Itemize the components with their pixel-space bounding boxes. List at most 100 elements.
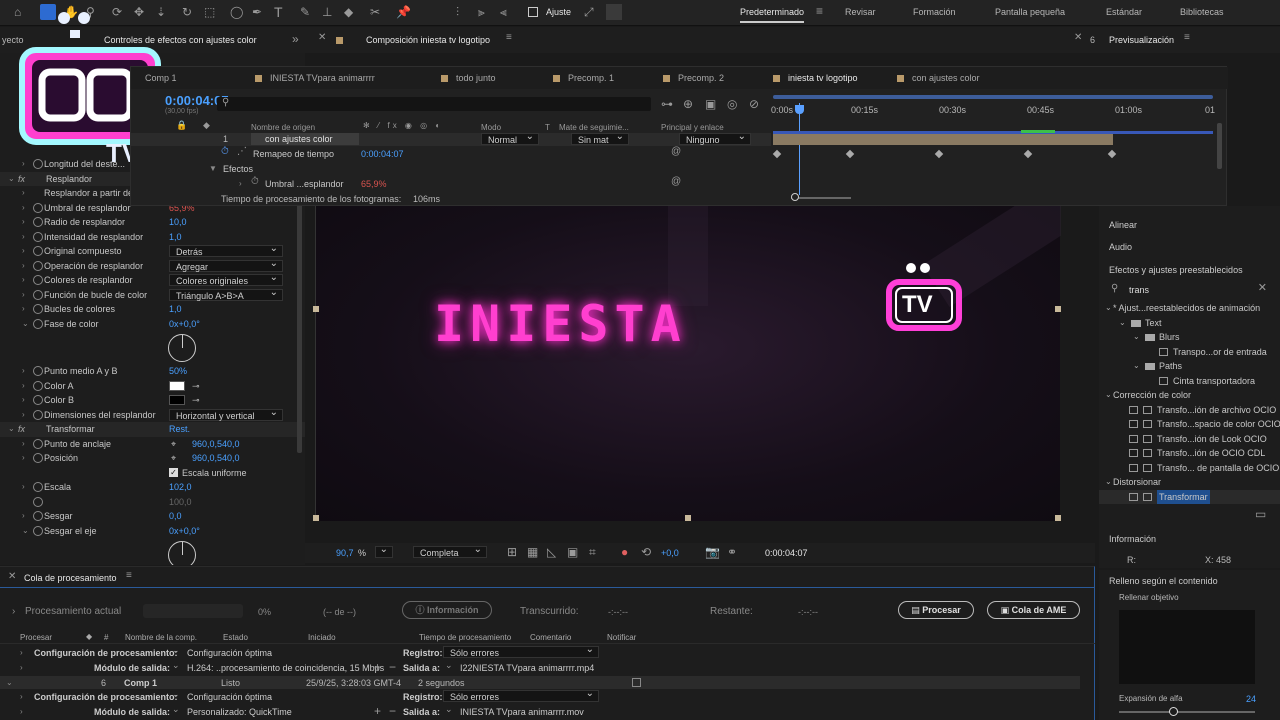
stopwatch-icon[interactable] xyxy=(33,260,43,271)
grid-toggle-icon[interactable]: ⊞ xyxy=(507,546,517,558)
property-dropdown[interactable]: Triángulo A>B>A xyxy=(169,287,283,301)
output-value[interactable]: INIESTA TVpara animarrrr.mov xyxy=(460,707,584,717)
preset-tree-item[interactable]: ⌄ * Ajust...reestablecidos de animación xyxy=(1099,301,1280,316)
expand-icon[interactable]: › xyxy=(22,273,32,288)
expand-icon[interactable]: › xyxy=(22,393,32,408)
presets-search-input[interactable]: ⚲ trans ✕ xyxy=(1105,283,1269,297)
rq-column-header[interactable]: Tiempo de procesamiento xyxy=(419,633,511,642)
chevron-down-icon[interactable]: ⌄ xyxy=(1119,316,1126,331)
threshold-value[interactable]: 65,9% xyxy=(361,179,387,189)
expand-icon[interactable]: › xyxy=(20,648,30,657)
expand-icon[interactable]: › xyxy=(22,244,32,259)
preset-tree-item[interactable]: ⌄ Paths xyxy=(1099,359,1280,374)
effects-presets-header[interactable]: Efectos y ajustes preestablecidos xyxy=(1109,260,1243,280)
stopwatch-icon[interactable] xyxy=(33,318,43,329)
dropdown-icon[interactable]: ⌄ xyxy=(172,705,180,714)
expression-icon[interactable]: @ xyxy=(671,147,681,157)
workspace-formacion[interactable]: Formación xyxy=(913,7,956,17)
render-button[interactable]: ▤ Procesar xyxy=(898,601,974,619)
dropdown-icon[interactable]: ⌄ xyxy=(445,661,453,670)
menu-icon[interactable]: ≡ xyxy=(1184,33,1190,43)
eyedropper-icon[interactable]: ⊸ xyxy=(192,393,200,408)
fx-icon[interactable]: fx xyxy=(18,422,25,437)
keyframe[interactable] xyxy=(1107,149,1117,159)
chevron-down-icon[interactable]: ⌄ xyxy=(1105,475,1112,490)
comp-tab[interactable]: Comp 1 xyxy=(145,67,177,89)
property-dropdown[interactable]: Agregar xyxy=(169,258,283,272)
playhead-handle[interactable] xyxy=(795,105,804,114)
expand-icon[interactable]: ⌄ xyxy=(8,422,18,437)
property-value[interactable]: 0x+0,0° xyxy=(169,317,200,332)
chevron-down-icon[interactable]: ⌄ xyxy=(1105,388,1112,403)
rq-column-header[interactable]: Comentario xyxy=(530,633,571,642)
fill-panel-header[interactable]: Relleno según el contenido xyxy=(1109,571,1218,591)
align-right-icon[interactable]: ⫷ xyxy=(500,6,507,18)
color-b-swatch[interactable] xyxy=(169,395,185,405)
layer-matte-dropdown[interactable]: Sin mat xyxy=(571,131,629,145)
add-icon[interactable]: + xyxy=(374,661,381,673)
preset-tree-item[interactable]: Transfo...spacio de color OCIO xyxy=(1099,417,1280,432)
exposure-value[interactable]: +0,0 xyxy=(661,548,679,558)
transparency-grid-icon[interactable]: ▦ xyxy=(527,546,538,558)
chevron-down-icon[interactable]: ⌄ xyxy=(1133,359,1140,374)
property-value[interactable]: 0x+0,0° xyxy=(169,524,200,539)
composition-tab[interactable]: Composición iniesta tv logotipo xyxy=(366,35,490,45)
pen-tool-icon[interactable]: ✒ xyxy=(252,6,262,18)
eyedropper-icon[interactable]: ⊸ xyxy=(192,379,200,394)
snap-options-icon[interactable] xyxy=(606,4,622,20)
module-value[interactable]: H.264: ..procesamiento de coincidencia, … xyxy=(187,663,384,673)
reset-exposure-icon[interactable]: ⟲ xyxy=(641,546,651,558)
close-icon[interactable]: ✕ xyxy=(1074,33,1082,43)
close-icon[interactable]: ✕ xyxy=(318,33,326,43)
expand-icon[interactable]: › xyxy=(12,606,22,617)
expand-icon[interactable]: › xyxy=(22,451,32,466)
preset-tree-item[interactable]: ⌄ Corrección de color xyxy=(1099,388,1280,403)
expand-icon[interactable]: » xyxy=(292,33,299,45)
module-value[interactable]: Personalizado: QuickTime xyxy=(187,707,292,717)
notify-checkbox[interactable] xyxy=(632,678,641,687)
preset-tree-item[interactable]: Transfo...ión de OCIO CDL xyxy=(1099,446,1280,461)
dropdown-icon[interactable]: ⌄ xyxy=(172,690,180,699)
target-icon[interactable]: ⌖ xyxy=(171,437,176,452)
info-button[interactable]: ⓘ Información xyxy=(402,601,492,619)
stopwatch-icon[interactable] xyxy=(33,202,43,213)
transform-handle[interactable] xyxy=(685,515,691,521)
pan-behind-icon[interactable]: ⬚ xyxy=(204,6,215,18)
work-area-bar[interactable] xyxy=(773,131,1213,134)
expand-icon[interactable]: › xyxy=(22,379,32,394)
preset-tree-item[interactable]: Transformar xyxy=(1099,489,1280,504)
expand-icon[interactable]: › xyxy=(22,480,32,495)
registro-dropdown[interactable]: Sólo errores xyxy=(443,688,599,702)
expand-icon[interactable]: › xyxy=(22,364,32,379)
dropdown-icon[interactable]: ⌄ xyxy=(172,661,180,670)
stopwatch-icon[interactable] xyxy=(33,438,43,449)
layer-duration-bar[interactable] xyxy=(773,134,1113,145)
comp-tab[interactable]: INIESTA TVpara animarrrr xyxy=(255,67,375,89)
remove-icon[interactable]: − xyxy=(389,705,396,717)
preset-tree-item[interactable]: Cinta transportadora xyxy=(1099,374,1280,389)
property-dropdown[interactable]: Detrás xyxy=(169,243,283,257)
property-value[interactable]: 1,0 xyxy=(169,302,182,317)
menu-icon[interactable]: ≡ xyxy=(126,571,132,581)
label-icon[interactable]: ◆ xyxy=(203,121,210,130)
workspace-menu-icon[interactable]: ≡ xyxy=(816,5,823,17)
close-icon[interactable]: ✕ xyxy=(8,572,16,582)
workspace-revisar[interactable]: Revisar xyxy=(845,7,876,17)
transform-handle[interactable] xyxy=(313,515,319,521)
clear-search-icon[interactable]: ✕ xyxy=(1258,283,1267,294)
zoom-dropdown[interactable] xyxy=(375,544,393,558)
stopwatch-icon[interactable] xyxy=(33,289,43,300)
transform-handle[interactable] xyxy=(1055,306,1061,312)
expand-icon[interactable]: › xyxy=(22,186,32,201)
dropdown-icon[interactable]: ⌄ xyxy=(172,646,180,655)
frame-blend-icon[interactable]: ◎ xyxy=(727,98,737,110)
property-value[interactable]: 960,0,540,0 xyxy=(192,451,240,466)
rotate-tool-icon[interactable]: ↻ xyxy=(182,6,192,18)
stopwatch-icon[interactable] xyxy=(33,395,43,405)
ellipse-tool-icon[interactable]: ◯ xyxy=(230,6,243,18)
rq-column-header[interactable]: Nombre de la comp. xyxy=(125,633,197,642)
remove-icon[interactable]: − xyxy=(389,661,396,673)
snapshot-icon[interactable]: 📷 xyxy=(705,546,720,558)
workspace-estandar[interactable]: Estándar xyxy=(1106,7,1142,17)
roto-tool-icon[interactable]: ✂ xyxy=(370,6,380,18)
